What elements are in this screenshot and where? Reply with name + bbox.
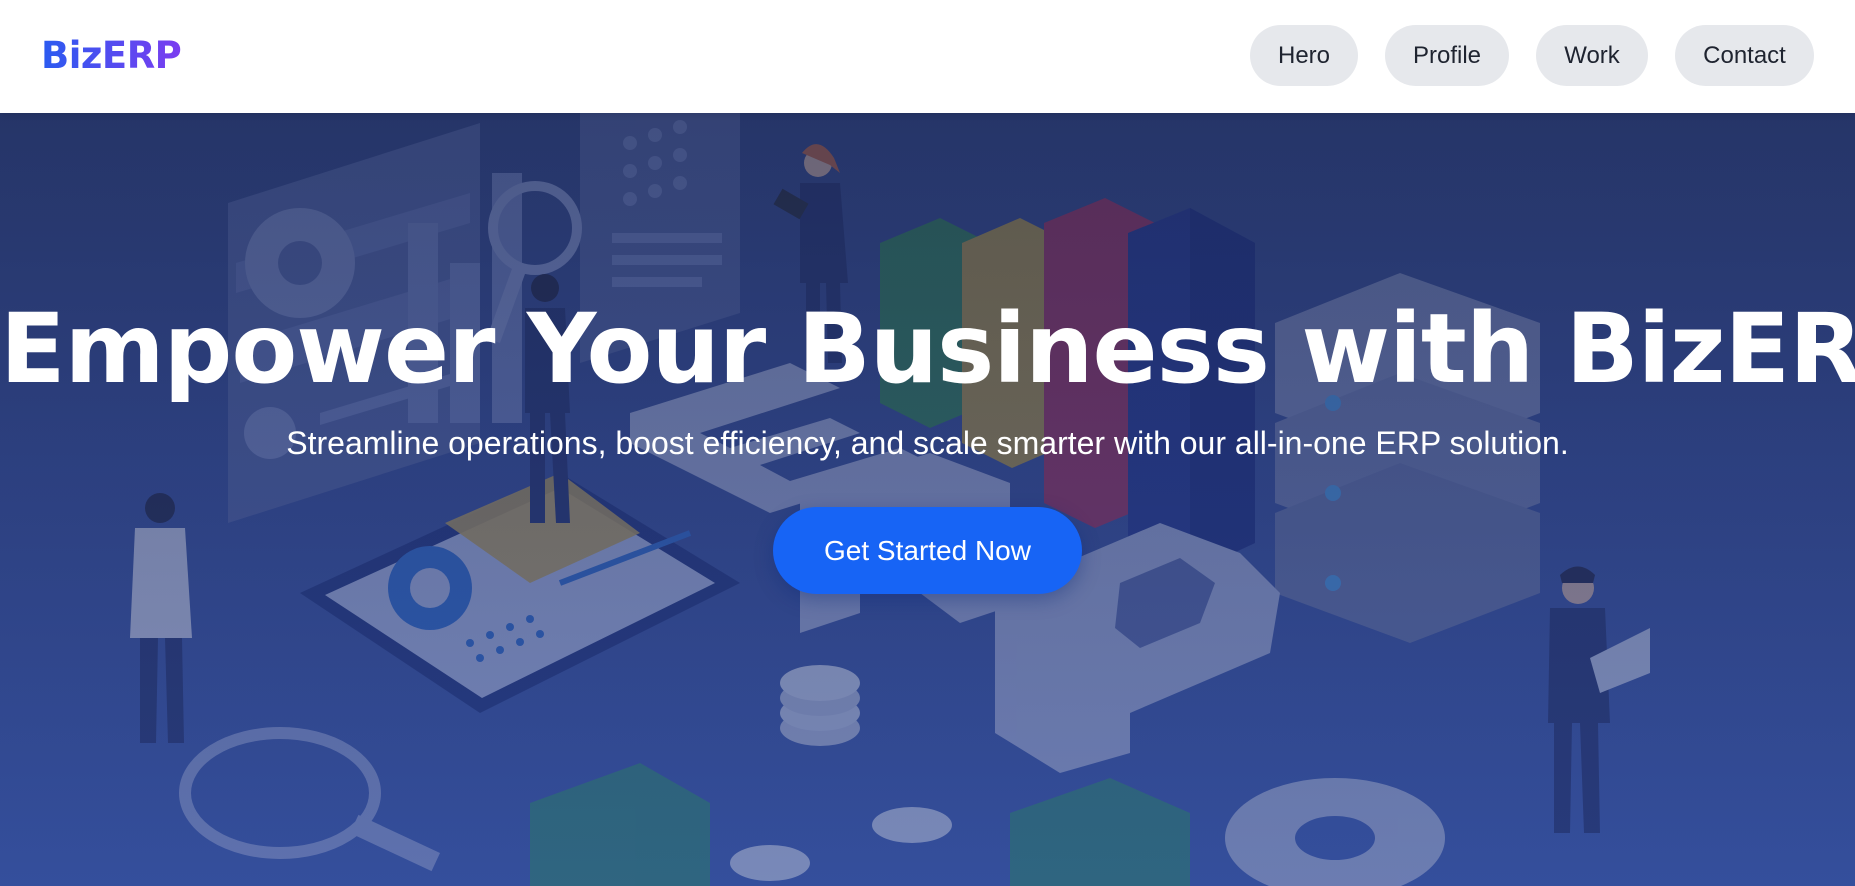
hero-section: Empower Your Business with BizERP Stream…	[0, 113, 1855, 886]
nav-link-profile[interactable]: Profile	[1385, 25, 1509, 86]
nav-link-hero[interactable]: Hero	[1250, 25, 1358, 86]
nav-link-contact[interactable]: Contact	[1675, 25, 1814, 86]
nav-link-work[interactable]: Work	[1536, 25, 1648, 86]
hero-subtitle: Streamline operations, boost efficiency,…	[286, 425, 1569, 461]
get-started-button[interactable]: Get Started Now	[773, 507, 1082, 594]
brand-logo[interactable]: BizERP	[41, 34, 182, 77]
hero-overlay	[0, 113, 1855, 886]
hero-title: Empower Your Business with BizERP	[0, 293, 1855, 405]
top-navbar: BizERP Hero Profile Work Contact	[0, 0, 1855, 113]
